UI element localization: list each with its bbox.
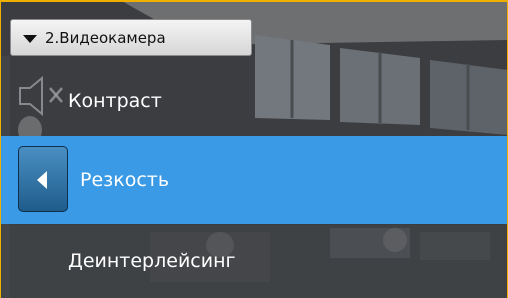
menu-item-label: Деинтерлейсинг <box>68 250 236 272</box>
camera-selector-label: 2.Видеокамера <box>45 28 166 47</box>
camera-window: 2.Видеокамера Контраст Резкость Деинтерл… <box>0 0 508 298</box>
dropdown-triangle-icon <box>23 34 37 43</box>
menu-item-contrast[interactable]: Контраст <box>0 72 508 130</box>
menu-item-label: Резкость <box>80 169 170 191</box>
menu-item-sharpness[interactable]: Резкость <box>0 136 508 224</box>
back-arrow-icon <box>37 171 47 189</box>
menu-item-label: Контраст <box>68 90 162 112</box>
camera-selector-dropdown[interactable]: 2.Видеокамера <box>10 19 252 56</box>
back-button[interactable] <box>18 146 68 212</box>
menu-item-deinterlacing[interactable]: Деинтерлейсинг <box>0 232 508 290</box>
